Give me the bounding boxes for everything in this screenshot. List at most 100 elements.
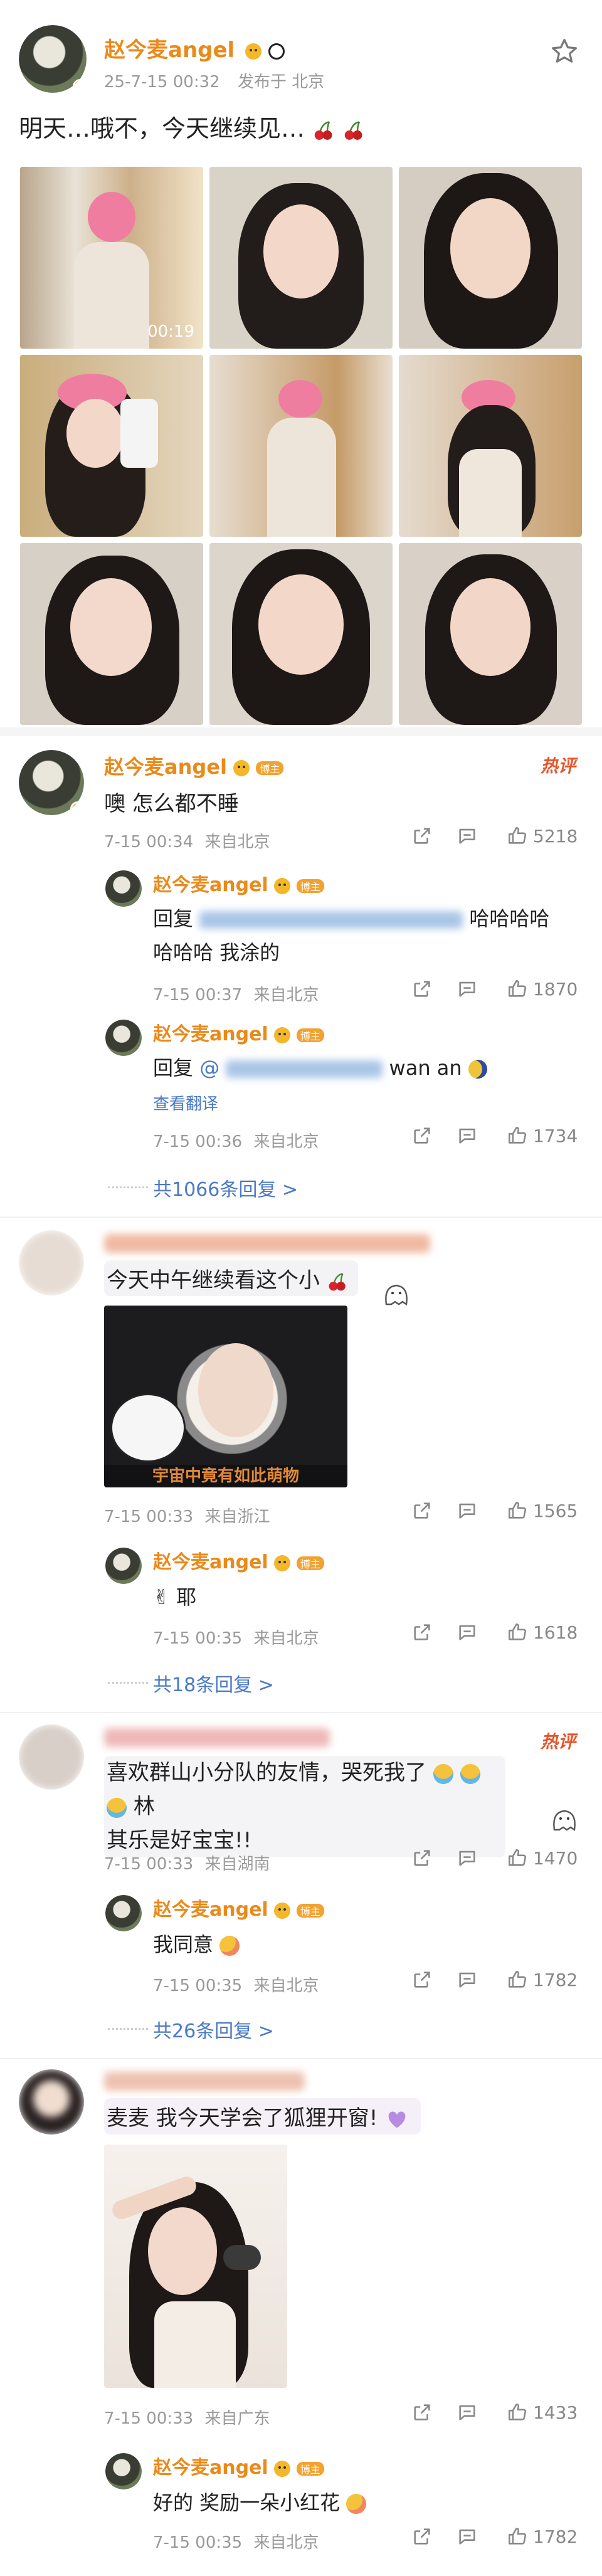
comment-time: 7-15 00:33 — [104, 1507, 194, 1526]
comment-icon[interactable] — [457, 978, 478, 1000]
post-photo-7[interactable] — [20, 543, 203, 725]
reply-text: ✌ 耶 — [153, 1585, 196, 1609]
share-icon[interactable] — [411, 2526, 433, 2547]
favorite-star-icon[interactable] — [549, 36, 579, 66]
reply-avatar[interactable] — [105, 1548, 142, 1584]
reply-text: 哈哈哈哈 — [469, 907, 550, 931]
share-icon[interactable] — [411, 1847, 433, 1869]
like-icon[interactable] — [507, 825, 528, 847]
reply-author[interactable]: 赵今麦angel — [153, 1551, 268, 1573]
share-icon[interactable] — [411, 825, 433, 847]
reply-author[interactable]: 赵今麦angel — [153, 874, 268, 896]
reply-avatar[interactable] — [105, 1895, 142, 1931]
more-replies-link[interactable]: 共26条回复 > — [153, 2015, 274, 2043]
reply-avatar[interactable] — [105, 2453, 142, 2489]
kiss-face-icon — [346, 2494, 367, 2514]
post-author-avatar[interactable] — [19, 25, 87, 93]
comment-image[interactable]: 宇宙中竟有如此萌物 — [104, 1306, 347, 1487]
comment-text: 噢 怎么都不睡 — [104, 791, 239, 816]
reply-location: 来自北京 — [253, 1132, 319, 1151]
commenter-avatar[interactable] — [19, 2069, 84, 2135]
reply-avatar[interactable] — [105, 870, 142, 907]
reply-location: 来自北京 — [253, 2533, 319, 2552]
more-replies-link[interactable]: 共1066条回复 > — [153, 1174, 298, 1201]
emoji-icon — [274, 1902, 291, 1919]
like-count: 1734 — [533, 1125, 578, 1146]
comment-location: 来自北京 — [204, 833, 270, 852]
reply-text: 好的 奖励一朵小红花 — [153, 2491, 341, 2515]
like-count: 1782 — [533, 2526, 578, 2547]
reply-text: wan an — [389, 1056, 462, 1080]
crying-face-icon — [460, 1763, 480, 1784]
reply-author[interactable]: 赵今麦angel — [153, 1899, 268, 1921]
blurred-commenter-name — [104, 2072, 305, 2091]
like-icon[interactable] — [507, 1622, 528, 1643]
hot-comment-badge: 热评 — [541, 756, 576, 776]
post-photo-1[interactable]: 00:19 — [20, 167, 203, 349]
verified-icon — [73, 79, 87, 93]
author-badge: 博主 — [296, 2461, 324, 2476]
post-author-name[interactable]: 赵今麦angel — [104, 38, 235, 63]
comment-icon[interactable] — [457, 2526, 478, 2547]
like-icon[interactable] — [507, 2402, 528, 2423]
dotted-guide — [108, 2028, 148, 2030]
post-photo-9[interactable] — [399, 543, 582, 725]
reply-author[interactable]: 赵今麦angel — [153, 2457, 268, 2479]
comment-image[interactable] — [104, 2145, 287, 2388]
like-icon[interactable] — [507, 1847, 528, 1869]
reply-author[interactable]: 赵今麦angel — [153, 1023, 268, 1045]
post-photo-4[interactable] — [20, 355, 203, 537]
share-icon[interactable] — [411, 1622, 433, 1643]
post-photo-3[interactable] — [399, 167, 582, 349]
like-icon[interactable] — [507, 1500, 528, 1521]
post-photo-2[interactable] — [209, 167, 393, 349]
commenter-avatar[interactable] — [19, 1230, 84, 1296]
cherry-icon — [312, 119, 335, 142]
comment-location: 来自浙江 — [204, 1507, 270, 1526]
kiss-face-icon — [219, 1936, 240, 1956]
blurred-username — [199, 911, 463, 929]
like-icon[interactable] — [507, 1969, 528, 1990]
share-icon[interactable] — [411, 978, 433, 1000]
like-count: 1782 — [533, 1969, 578, 1990]
author-badge: 博主 — [296, 879, 324, 893]
ghost-sticker-icon — [547, 1805, 582, 1835]
comment-icon[interactable] — [457, 1125, 478, 1146]
share-icon[interactable] — [411, 2402, 433, 2423]
comment-icon[interactable] — [457, 1969, 478, 1990]
post-photo-6[interactable] — [399, 355, 582, 537]
like-icon[interactable] — [507, 978, 528, 1000]
comment-icon[interactable] — [457, 1847, 478, 1869]
share-icon[interactable] — [411, 1125, 433, 1146]
dotted-guide — [108, 1682, 148, 1684]
author-badge: 博主 — [256, 761, 284, 775]
crying-face-icon — [433, 1763, 453, 1784]
comment-icon[interactable] — [457, 1622, 478, 1643]
emoji-icon — [233, 760, 250, 776]
commenter-avatar[interactable] — [19, 1724, 84, 1790]
share-icon[interactable] — [411, 1500, 433, 1521]
reply-time: 7-15 00:35 — [153, 1977, 243, 1995]
comment-time: 7-15 00:33 — [104, 2409, 194, 2428]
blurred-commenter-name — [104, 1728, 330, 1747]
comment-icon[interactable] — [457, 2402, 478, 2423]
reply-prefix: 回复 — [153, 1056, 194, 1080]
like-icon[interactable] — [507, 2526, 528, 2547]
reply-text-line2: 哈哈哈 我涂的 — [153, 941, 280, 964]
like-icon[interactable] — [507, 1125, 528, 1146]
like-count: 5218 — [533, 825, 578, 847]
divider — [0, 727, 602, 736]
post-photo-5[interactable] — [209, 355, 393, 537]
comment-author[interactable]: 赵今麦angel — [104, 755, 227, 779]
comment-icon[interactable] — [457, 825, 478, 847]
like-count: 1470 — [533, 1847, 578, 1869]
moon-icon — [468, 1060, 487, 1079]
share-icon[interactable] — [411, 1969, 433, 1990]
commenter-avatar[interactable] — [19, 750, 84, 815]
more-replies-link[interactable]: 共18条回复 > — [153, 1669, 274, 1697]
translate-link[interactable]: 查看翻译 — [153, 1091, 218, 1114]
emoji-icon — [274, 2460, 291, 2477]
reply-avatar[interactable] — [105, 1020, 142, 1056]
comment-icon[interactable] — [457, 1500, 478, 1521]
post-photo-8[interactable] — [209, 543, 393, 725]
